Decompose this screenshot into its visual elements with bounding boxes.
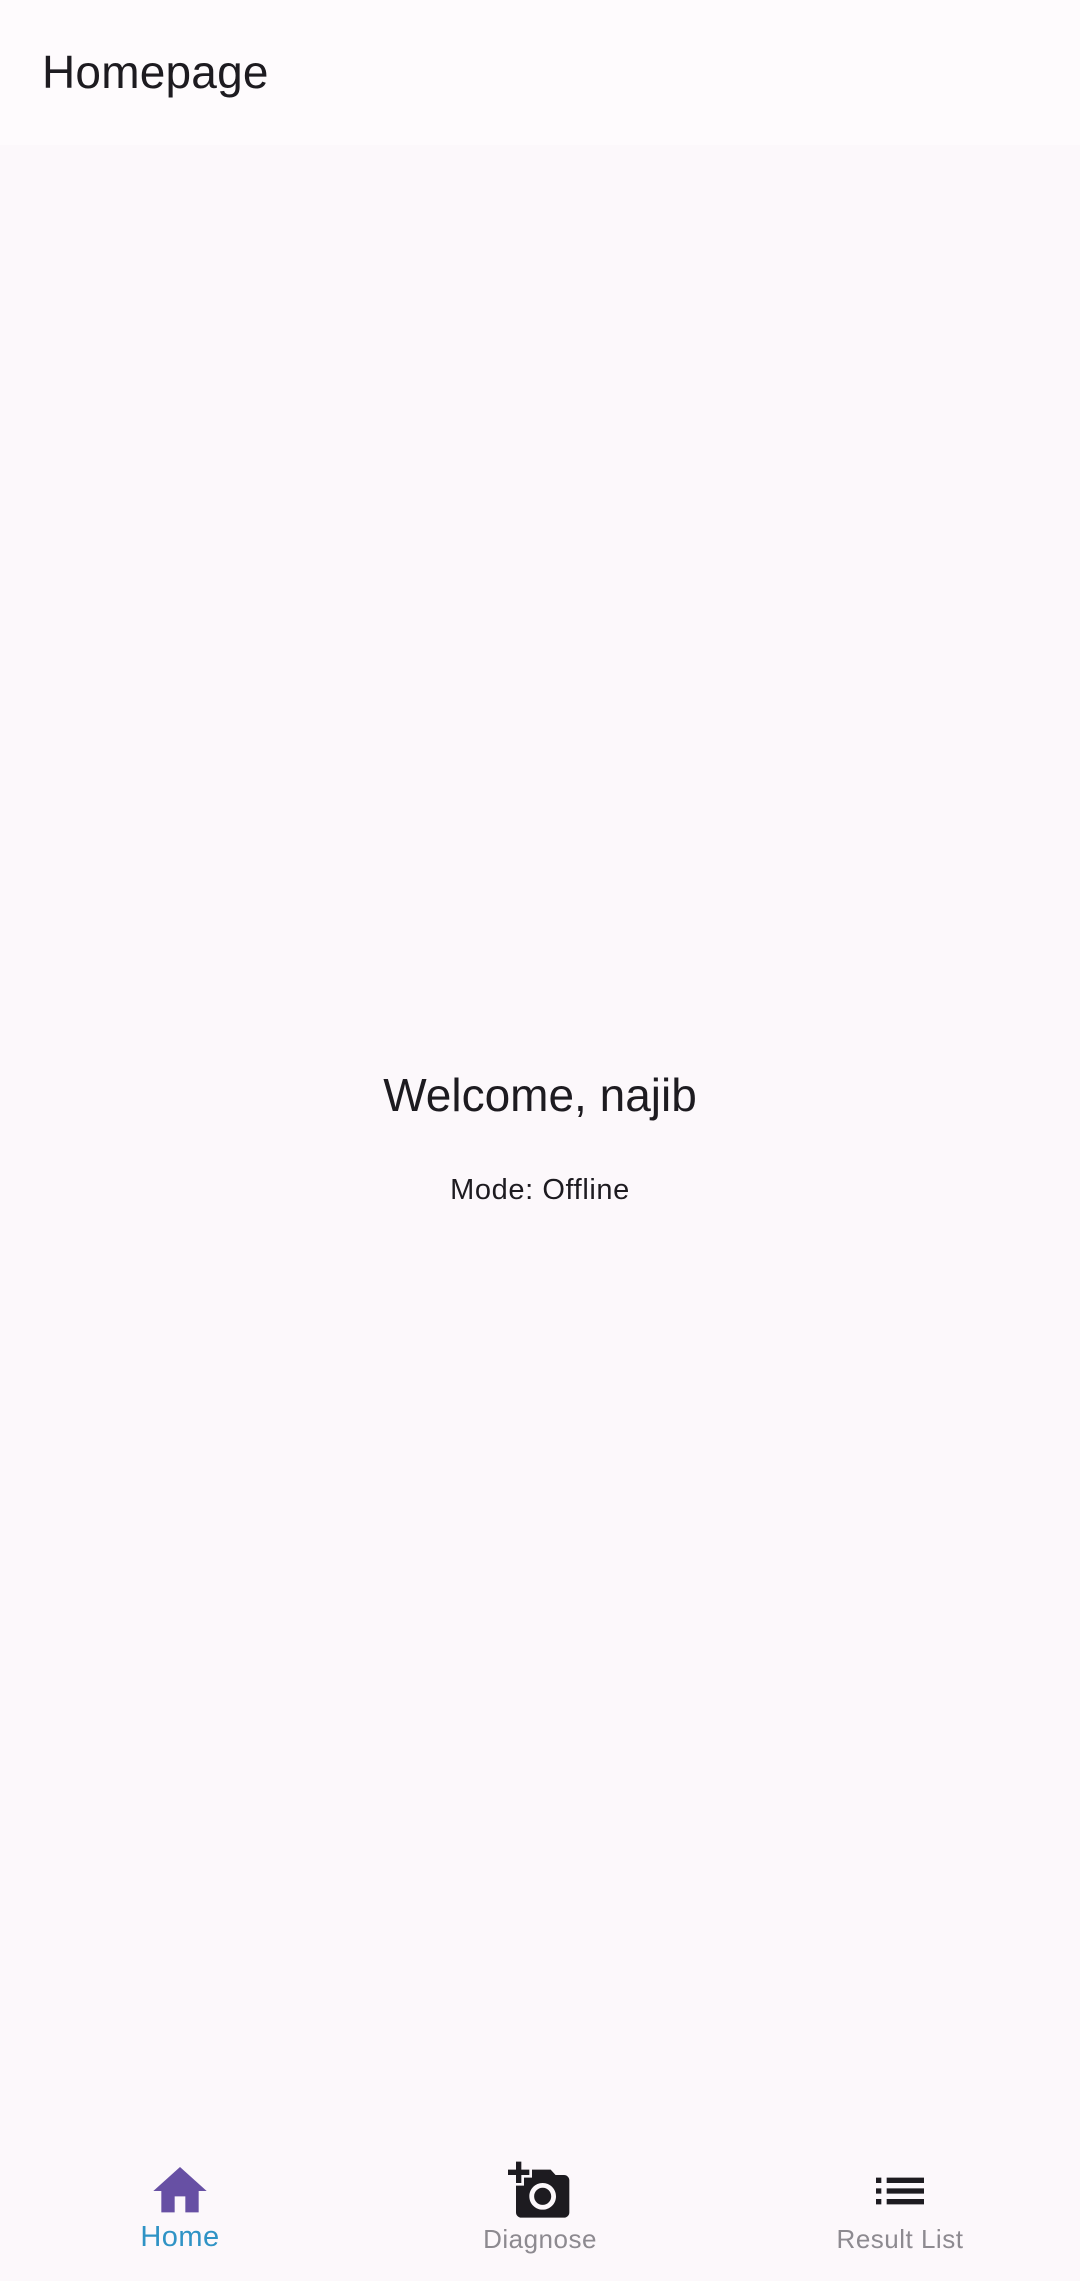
page-title: Homepage: [42, 46, 269, 98]
nav-item-diagnose[interactable]: Diagnose: [360, 2135, 720, 2281]
nav-label-diagnose: Diagnose: [483, 2224, 597, 2254]
add-camera-icon: [508, 2161, 570, 2218]
list-icon: [876, 2177, 924, 2205]
main-content: Welcome, najib Mode: Offline: [0, 145, 1080, 2135]
nav-item-home[interactable]: Home: [0, 2135, 360, 2281]
mode-status: Mode: Offline: [450, 1174, 630, 1206]
nav-item-result-list[interactable]: Result List: [720, 2135, 1080, 2281]
app-bar: Homepage: [0, 0, 1080, 145]
bottom-navigation: Home Diagnose Result List: [0, 2135, 1080, 2281]
nav-label-result-list: Result List: [836, 2224, 964, 2254]
nav-label-home: Home: [140, 2221, 220, 2253]
welcome-message: Welcome, najib: [383, 1069, 697, 1121]
home-icon: [153, 2167, 207, 2213]
